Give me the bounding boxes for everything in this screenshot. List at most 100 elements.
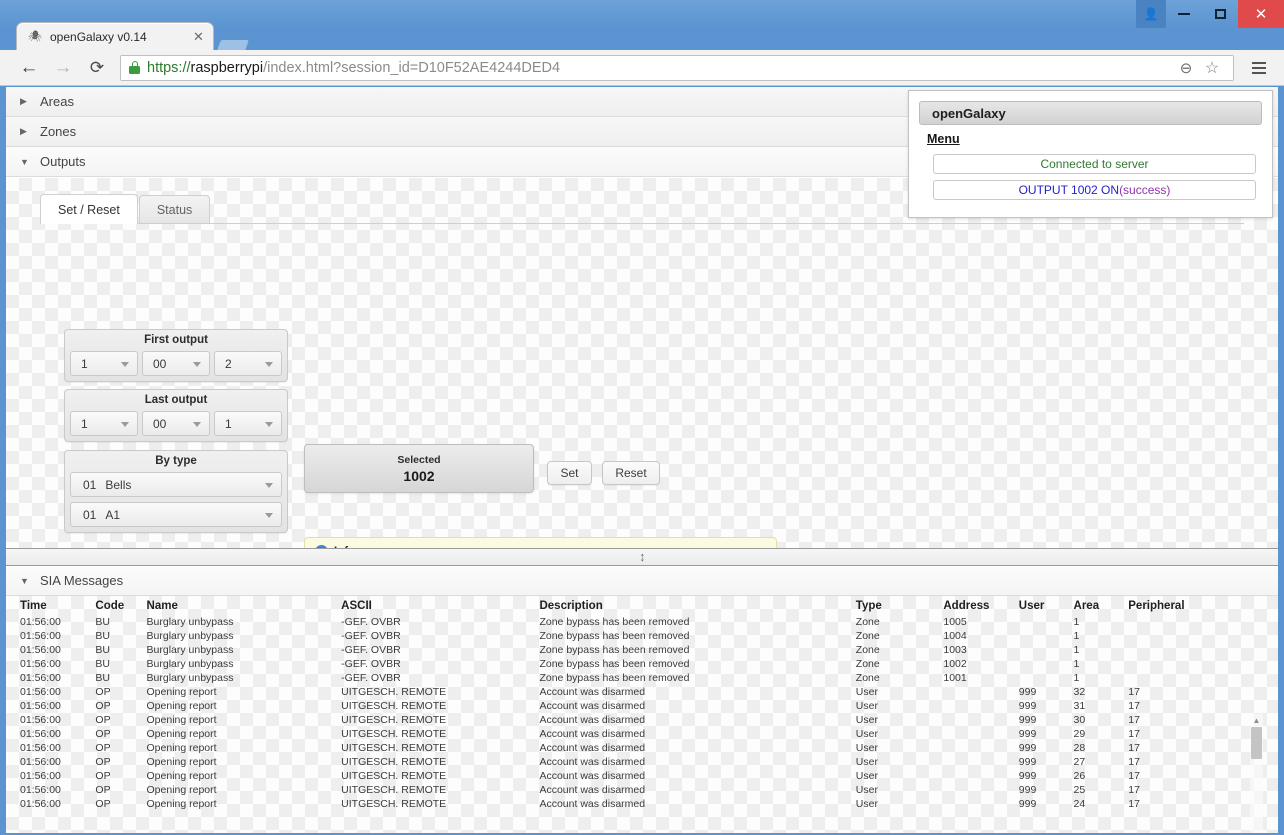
- url-host: raspberrypi: [190, 59, 264, 76]
- accordion-item-sia-messages[interactable]: ▼ SIA Messages: [6, 566, 1278, 596]
- first-output-select-2[interactable]: 00: [142, 351, 210, 376]
- table-row[interactable]: 01:56:00 OP Opening report UITGESCH. REMOTE…: [20, 741, 1250, 755]
- cell-type: User: [855, 686, 878, 698]
- by-type-type-select[interactable]: 01 Bells: [70, 472, 282, 497]
- tab-status[interactable]: Status: [138, 195, 211, 223]
- table-row[interactable]: 01:56:00 OP Opening report UITGESCH. REMOTE…: [20, 783, 1250, 797]
- set-button[interactable]: Set: [547, 461, 592, 485]
- table-row[interactable]: 01:56:00 OP Opening report UITGESCH. REMOTE…: [20, 755, 1250, 769]
- last-output-select-2[interactable]: 00: [142, 411, 210, 436]
- cell-user: 999: [1018, 686, 1037, 698]
- table-row[interactable]: 01:56:00 BU Burglary unbypass -GEF. OVBR Zon…: [20, 615, 1250, 629]
- url-scheme: https://: [147, 59, 191, 76]
- reset-button[interactable]: Reset: [602, 461, 660, 485]
- cell-area: 1: [1073, 672, 1080, 684]
- bookmark-star-icon[interactable]: ☆: [1199, 55, 1225, 81]
- cell-type: User: [855, 742, 878, 754]
- cell-peripheral: [1128, 671, 1250, 685]
- table-row[interactable]: 01:56:00 BU Burglary unbypass -GEF. OVBR Zon…: [20, 643, 1250, 657]
- cell-user: 999: [1018, 700, 1037, 712]
- connection-status-badge: Connected to server: [933, 154, 1256, 174]
- first-output-select-1[interactable]: 1: [70, 351, 138, 376]
- table-row[interactable]: 01:56:00 OP Opening report UITGESCH. REMOTE…: [20, 797, 1250, 811]
- address-bar[interactable]: https://raspberrypi/index.html?session_i…: [120, 54, 1234, 81]
- cell-user: [1019, 657, 1074, 671]
- table-row[interactable]: 01:56:00 OP Opening report UITGESCH. REMOTE…: [20, 699, 1250, 713]
- chevron-down-icon: [121, 361, 129, 367]
- back-icon[interactable]: ←: [14, 53, 44, 83]
- cell-ascii: UITGESCH. REMOTE: [341, 784, 447, 796]
- cell-time: 01:56:00: [20, 700, 61, 712]
- browser-menu-icon[interactable]: [1244, 53, 1274, 83]
- cell-address: 1004: [943, 630, 967, 642]
- cell-peripheral: 17: [1128, 770, 1140, 782]
- browser-toolbar: ← → ⟳ https://raspberrypi/index.html?ses…: [0, 50, 1284, 86]
- opengalaxy-menu-link[interactable]: Menu: [927, 132, 960, 146]
- cell-code: OP: [95, 686, 111, 698]
- panel-splitter[interactable]: ↕: [6, 548, 1278, 566]
- cell-area: 29: [1073, 728, 1086, 740]
- tab-close-icon[interactable]: ✕: [190, 28, 207, 45]
- table-row[interactable]: 01:56:00 BU Burglary unbypass -GEF. OVBR Zon…: [20, 657, 1250, 671]
- scrollbar-thumb[interactable]: [1251, 727, 1262, 759]
- cell-user: 999: [1018, 770, 1037, 782]
- by-type-area-label: A1: [105, 507, 121, 522]
- cell-type: Zone: [855, 672, 880, 684]
- chevron-down-icon: [193, 361, 201, 367]
- last-output-select-3[interactable]: 1: [214, 411, 282, 436]
- cell-type: User: [855, 770, 878, 782]
- cell-user: [1019, 615, 1074, 629]
- cell-description: Zone bypass has been removed: [539, 658, 690, 670]
- first-output-select-3[interactable]: 2: [214, 351, 282, 376]
- cell-time: 01:56:00: [20, 742, 61, 754]
- table-row[interactable]: 01:56:00 OP Opening report UITGESCH. REMOTE…: [20, 727, 1250, 741]
- reload-icon[interactable]: ⟳: [82, 53, 112, 83]
- by-type-area-select[interactable]: 01 A1: [70, 502, 282, 527]
- resize-handle-icon[interactable]: ↕: [639, 550, 645, 563]
- table-row[interactable]: 01:56:00 OP Opening report UITGESCH. REMOTE…: [20, 769, 1250, 783]
- tab-set-reset[interactable]: Set / Reset: [40, 194, 138, 224]
- chevron-down-icon: [193, 421, 201, 427]
- cell-ascii: -GEF. OVBR: [341, 658, 401, 670]
- scroll-up-icon[interactable]: ▲: [1250, 714, 1263, 726]
- cell-type: Zone: [855, 658, 880, 670]
- browser-tab[interactable]: 🕷 openGalaxy v0.14 ✕: [16, 22, 214, 50]
- sia-messages-body: 01:56:00 BU Burglary unbypass -GEF. OVBR Zon…: [20, 615, 1250, 811]
- output-status-result: (success): [1119, 183, 1171, 197]
- cell-user: 999: [1018, 742, 1037, 754]
- table-row[interactable]: 01:56:00 BU Burglary unbypass -GEF. OVBR Zon…: [20, 671, 1250, 685]
- cell-peripheral: [1128, 629, 1250, 643]
- cell-name: Opening report: [146, 784, 217, 796]
- cell-type: User: [855, 798, 878, 810]
- cell-code: OP: [95, 742, 111, 754]
- cell-peripheral: 17: [1128, 756, 1140, 768]
- cell-time: 01:56:00: [20, 672, 61, 684]
- by-type-type-number: 01: [83, 477, 97, 492]
- cell-ascii: UITGESCH. REMOTE: [341, 728, 447, 740]
- cell-code: BU: [95, 658, 111, 670]
- table-row[interactable]: 01:56:00 OP Opening report UITGESCH. REMOTE…: [20, 713, 1250, 727]
- column-header-description: Description: [539, 600, 603, 612]
- chevron-down-icon: [265, 361, 273, 367]
- cell-peripheral: [1128, 643, 1250, 657]
- first-output-group: First output 1 00 2: [64, 329, 288, 382]
- cell-code: BU: [95, 630, 111, 642]
- cell-area: 25: [1073, 784, 1086, 796]
- cell-time: 01:56:00: [20, 658, 61, 670]
- cell-time: 01:56:00: [20, 770, 61, 782]
- last-output-select-1[interactable]: 1: [70, 411, 138, 436]
- cell-description: Zone bypass has been removed: [539, 644, 690, 656]
- tab-status-label: Status: [156, 202, 193, 217]
- table-row[interactable]: 01:56:00 BU Burglary unbypass -GEF. OVBR Zon…: [20, 629, 1250, 643]
- cell-area: 32: [1073, 686, 1086, 698]
- cell-user: [1019, 629, 1074, 643]
- zoom-out-icon[interactable]: ⊖: [1173, 55, 1199, 81]
- sia-messages-label: SIA Messages: [40, 573, 124, 588]
- chevron-right-icon: ▶: [20, 126, 27, 136]
- cell-ascii: -GEF. OVBR: [341, 672, 401, 684]
- forward-icon[interactable]: →: [48, 53, 78, 83]
- sia-scrollbar[interactable]: ▲ ▼: [1250, 714, 1263, 833]
- last-output-title: Last output: [144, 394, 208, 406]
- table-row[interactable]: 01:56:00 OP Opening report UITGESCH. REMOTE…: [20, 685, 1250, 699]
- output-status-badge: OUTPUT 1002 ON (success): [933, 180, 1256, 200]
